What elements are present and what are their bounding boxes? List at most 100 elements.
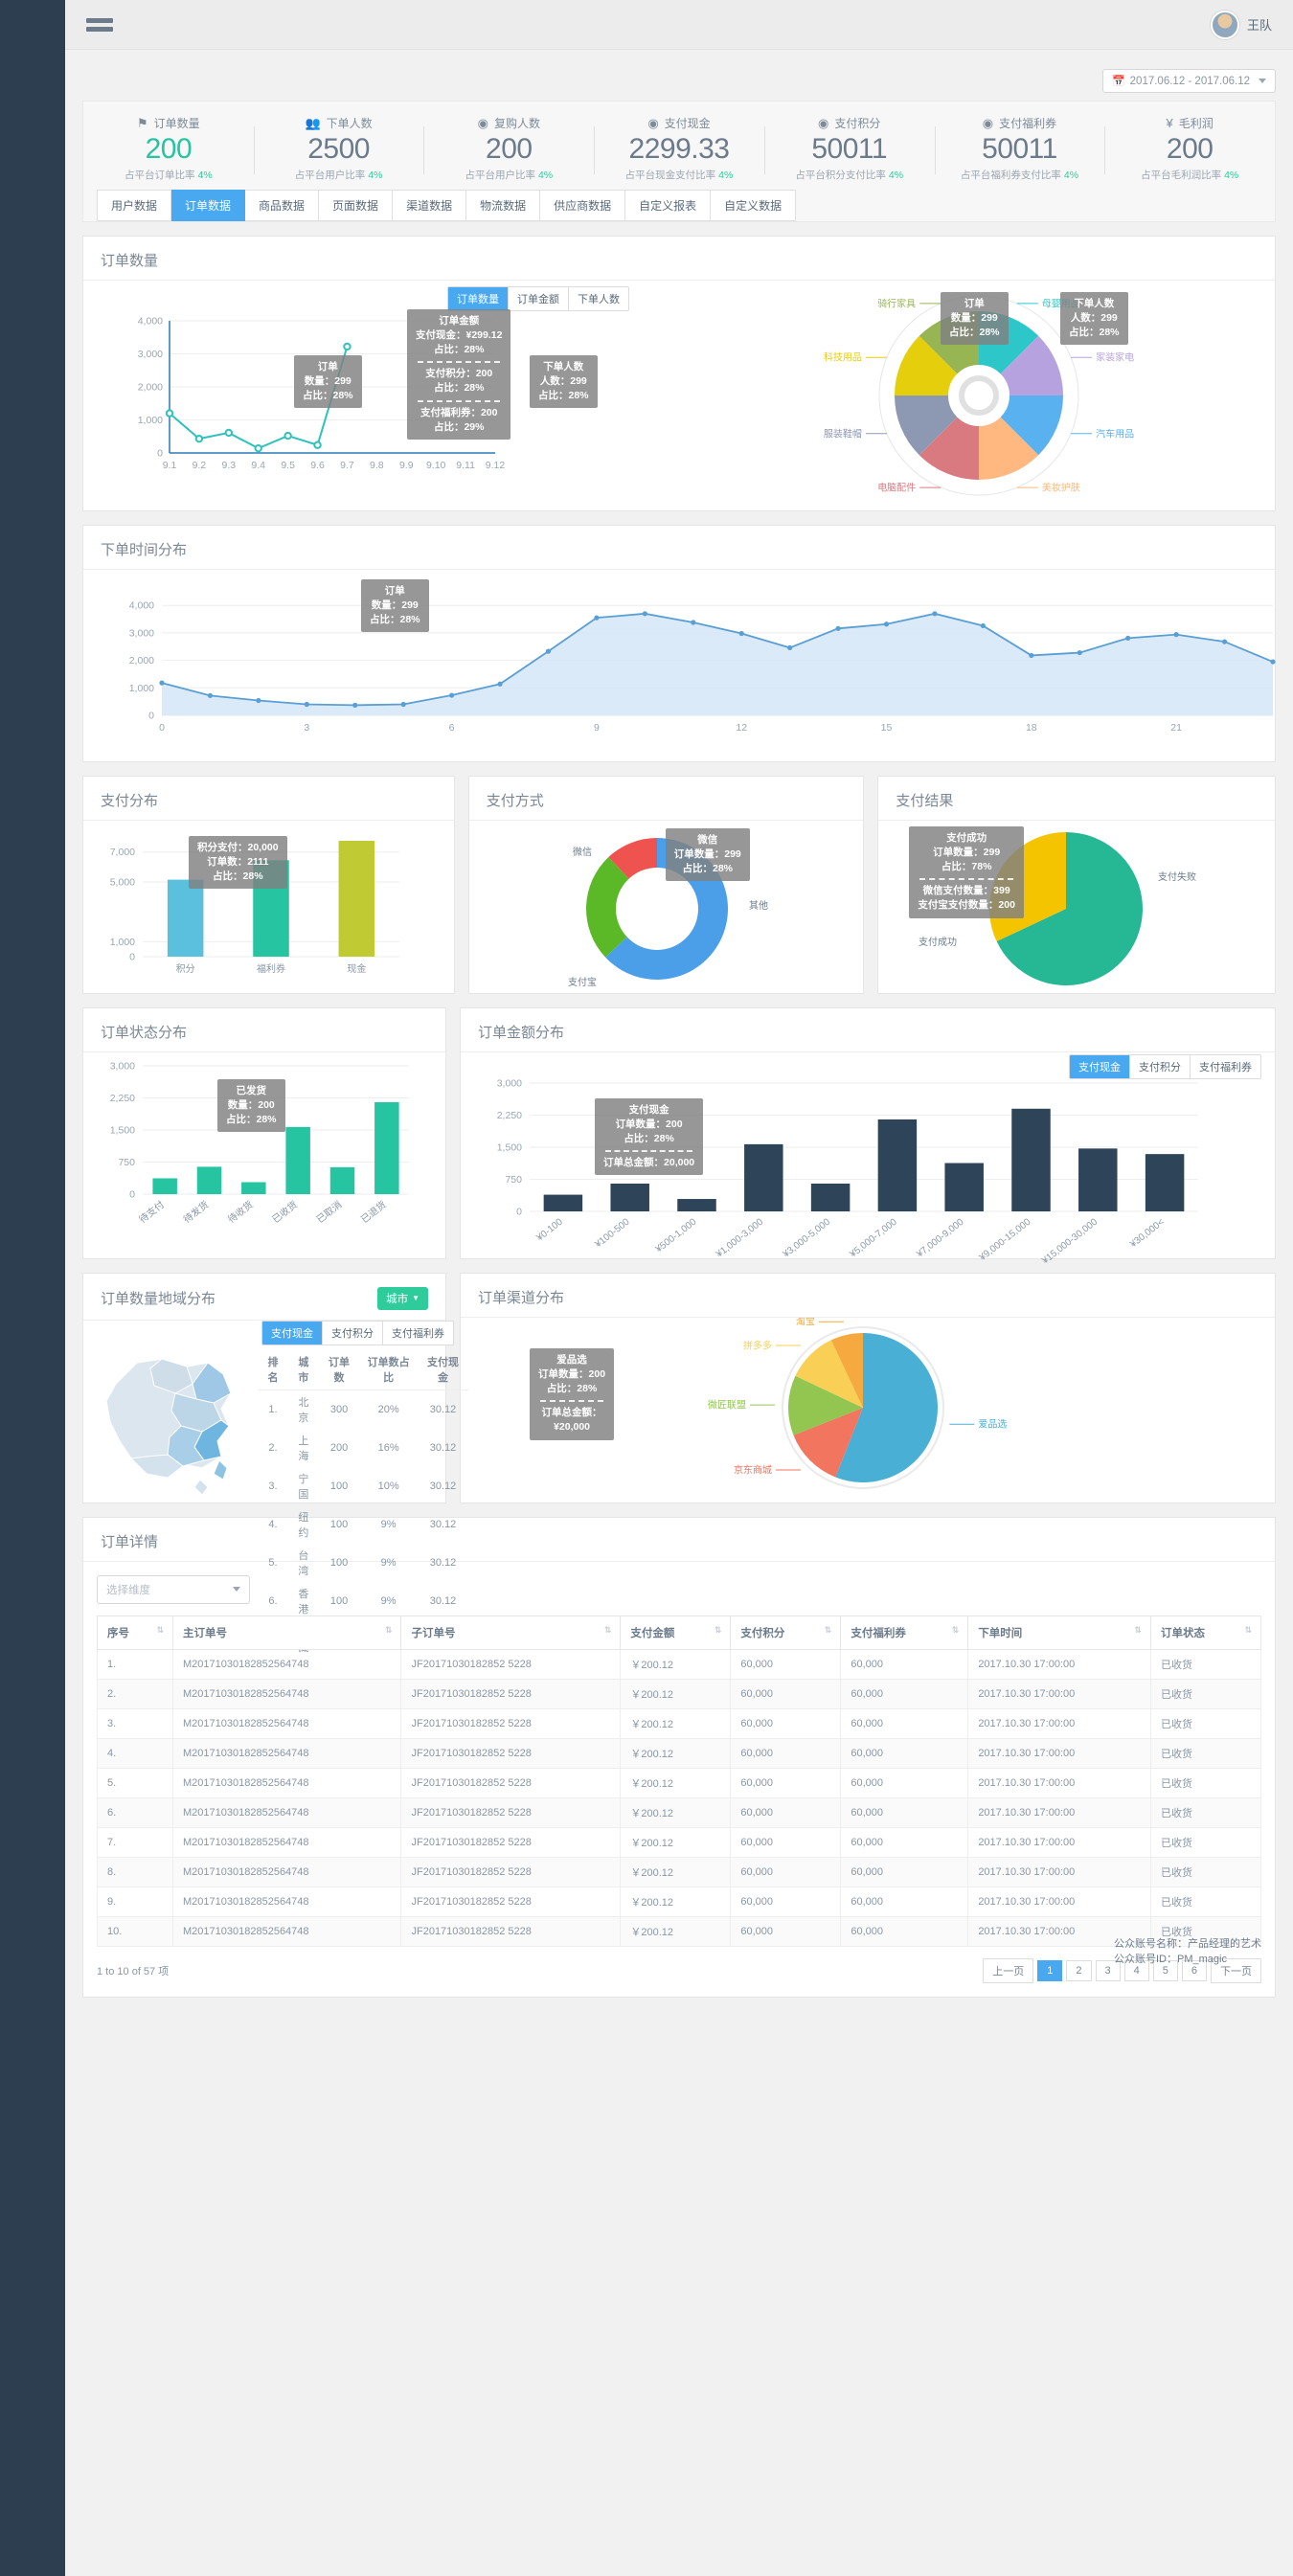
sort-icon[interactable]: ⇅	[156, 1625, 163, 1636]
table-cell: M20171030182852564748	[172, 1707, 402, 1739]
svg-text:0: 0	[516, 1206, 522, 1217]
payment-dist-card: 支付分布 0 1,000 5,000 7,000 积分 福利券 现金 积分支付：20,000…	[82, 775, 455, 994]
region-table-header: 排名 城市 订单数 订单数占比 支付现金	[258, 1348, 468, 1390]
order-amount-card: 订单金额分布 支付现金 支付积分 支付福利券 0 750 1,500 2,250 3,000…	[460, 1006, 1276, 1267]
region-row: 2. 上海 200 16% 30.12	[258, 1429, 468, 1467]
tab-8[interactable]: 自定义数据	[711, 189, 797, 221]
main-area: 王队 📅 2017.06.12 - 2017.06.12 ⚑ 订单数量 200 …	[65, 0, 1293, 2576]
tab-4[interactable]: 渠道数据	[393, 189, 467, 221]
table-cell: M20171030182852564748	[172, 1886, 402, 1917]
region-scope-button[interactable]: 城市 ▼	[377, 1286, 429, 1310]
sort-icon[interactable]: ⇅	[715, 1625, 721, 1636]
payment-method-card: 支付方式 支付宝 微信 其他 微信 订单数量：299 占比：28%	[467, 775, 865, 994]
svg-text:0: 0	[159, 722, 165, 734]
svg-text:骑行家具: 骑行家具	[877, 297, 916, 309]
tab-2[interactable]: 商品数据	[245, 189, 320, 221]
table-cell: 已收货	[1149, 1707, 1262, 1739]
seg-region-2[interactable]: 支付福利券	[382, 1321, 453, 1344]
svg-text:支付失败: 支付失败	[1158, 870, 1196, 883]
svg-text:9.9: 9.9	[399, 460, 414, 471]
top-bar: 王队	[65, 0, 1293, 50]
dimension-select[interactable]: 选择维度	[97, 1574, 250, 1604]
svg-text:0: 0	[129, 1188, 135, 1200]
sort-icon[interactable]: ⇅	[385, 1625, 392, 1636]
detail-col-2[interactable]: 子订单号 ⇅	[400, 1615, 622, 1650]
region-col-2: 订单数	[318, 1348, 360, 1390]
sort-icon[interactable]: ⇅	[1244, 1625, 1251, 1636]
kpi-card-1: 👥 下单人数 2500 占平台用户比率 4%	[253, 113, 424, 184]
table-cell: M20171030182852564748	[172, 1796, 402, 1828]
table-cell: JF20171030182852 5228	[400, 1886, 622, 1917]
table-cell: 60,000	[840, 1707, 969, 1739]
seg-region-0[interactable]: 支付现金	[262, 1321, 322, 1344]
kpi-sub: 占平台现金支付比率 4%	[624, 169, 734, 181]
kpi-card-5: ◉ 支付福利券 50011 占平台福利券支付比率 4%	[934, 113, 1105, 184]
table-cell: 2017.10.30 17:00:00	[967, 1678, 1151, 1709]
tab-6[interactable]: 供应商数据	[540, 189, 626, 221]
table-cell: JF20171030182852 5228	[400, 1826, 622, 1858]
pager-2[interactable]: 2	[1066, 1959, 1092, 1981]
table-cell: 60,000	[730, 1737, 842, 1769]
pager-1[interactable]: 1	[1037, 1959, 1063, 1981]
sort-icon[interactable]: ⇅	[1134, 1625, 1141, 1636]
pager-0[interactable]: 上一页	[983, 1957, 1034, 1983]
detail-col-0[interactable]: 序号 ⇅	[96, 1615, 174, 1650]
seg-order-count-2[interactable]: 下单人数	[568, 286, 628, 310]
detail-col-5[interactable]: 支付福利券 ⇅	[840, 1615, 969, 1650]
tooltip-order-status: 已发货 数量：200 占比：28%	[217, 1078, 285, 1133]
svg-text:其他: 其他	[749, 899, 768, 912]
svg-text:已收货: 已收货	[269, 1198, 300, 1226]
table-cell: M20171030182852564748	[172, 1856, 402, 1887]
kpi-card-3: ◉ 支付现金 2299.33 占平台现金支付比率 4%	[594, 113, 764, 184]
chevron-down-icon: ▼	[412, 1294, 420, 1302]
detail-col-6[interactable]: 下单时间 ⇅	[967, 1615, 1151, 1650]
table-cell: ￥200.12	[620, 1856, 732, 1887]
sort-icon[interactable]: ⇅	[604, 1625, 611, 1636]
table-cell: JF20171030182852 5228	[400, 1648, 622, 1680]
table-row: 7. M20171030182852564748 JF20171030182852 …	[96, 1826, 1262, 1858]
seg-order-count-1[interactable]: 订单金额	[508, 286, 568, 310]
card-title: 订单数量	[83, 237, 1275, 281]
date-range-picker[interactable]: 📅 2017.06.12 - 2017.06.12	[1101, 69, 1276, 93]
region-segmented-control[interactable]: 支付现金 支付积分 支付福利券	[261, 1320, 454, 1345]
tab-0[interactable]: 用户数据	[97, 189, 172, 221]
table-row: 6. M20171030182852564748 JF20171030182852 …	[96, 1796, 1262, 1828]
table-cell: 2017.10.30 17:00:00	[967, 1648, 1151, 1680]
detail-col-7[interactable]: 订单状态 ⇅	[1149, 1615, 1262, 1650]
tab-1[interactable]: 订单数据	[171, 189, 246, 221]
table-cell: 60,000	[840, 1678, 969, 1709]
svg-text:9.1: 9.1	[163, 460, 177, 471]
svg-text:1,000: 1,000	[138, 415, 163, 426]
table-cell: 60,000	[730, 1915, 842, 1947]
tab-7[interactable]: 自定义报表	[625, 189, 712, 221]
tab-5[interactable]: 物流数据	[466, 189, 541, 221]
channel-body: 爱品选 京东商城 微匠联盟 拼多多 淘宝 爱品选 订单数量：200 占比：28% 订单总…	[461, 1318, 1275, 1500]
tab-3[interactable]: 页面数据	[319, 189, 394, 221]
order-amount-body: 支付现金 支付积分 支付福利券 0 750 1,500 2,250 3,000 ¥0-100 ¥…	[461, 1052, 1275, 1267]
user-box[interactable]: 王队	[1210, 10, 1272, 39]
sort-icon[interactable]: ⇅	[952, 1625, 959, 1636]
svg-text:微信: 微信	[573, 846, 592, 858]
table-cell: 9.	[96, 1886, 174, 1917]
payment-method-body: 支付宝 微信 其他 微信 订单数量：299 占比：28%	[469, 821, 864, 993]
svg-text:0: 0	[148, 710, 154, 721]
detail-col-1[interactable]: 主订单号 ⇅	[172, 1615, 402, 1650]
kpi-list: ⚑ 订单数量 200 占平台订单比率 4% 👥 下单人数 2500 占平台用户比率…	[83, 113, 1275, 184]
detail-col-3[interactable]: 支付金额 ⇅	[620, 1615, 732, 1650]
region-cell: 300	[329, 1403, 349, 1415]
kpi-label: 支付福利券	[999, 117, 1057, 130]
seg-region-1[interactable]: 支付积分	[322, 1321, 382, 1344]
svg-text:3,000: 3,000	[110, 1060, 135, 1072]
hamburger-icon[interactable]	[86, 14, 113, 35]
region-cell: 纽约	[298, 1511, 309, 1539]
table-cell: 3.	[96, 1707, 174, 1739]
svg-text:¥1,000-3,000: ¥1,000-3,000	[714, 1216, 765, 1260]
table-cell: JF20171030182852 5228	[400, 1915, 622, 1947]
detail-col-4[interactable]: 支付积分 ⇅	[730, 1615, 842, 1650]
svg-text:2,000: 2,000	[138, 381, 163, 393]
table-cell: 已收货	[1149, 1648, 1262, 1680]
svg-text:¥15,000-30,000: ¥15,000-30,000	[1039, 1216, 1100, 1267]
sort-icon[interactable]: ⇅	[825, 1625, 831, 1636]
result-count: 1 to 10 of 57 项	[97, 1965, 170, 1977]
china-map	[105, 1357, 232, 1496]
